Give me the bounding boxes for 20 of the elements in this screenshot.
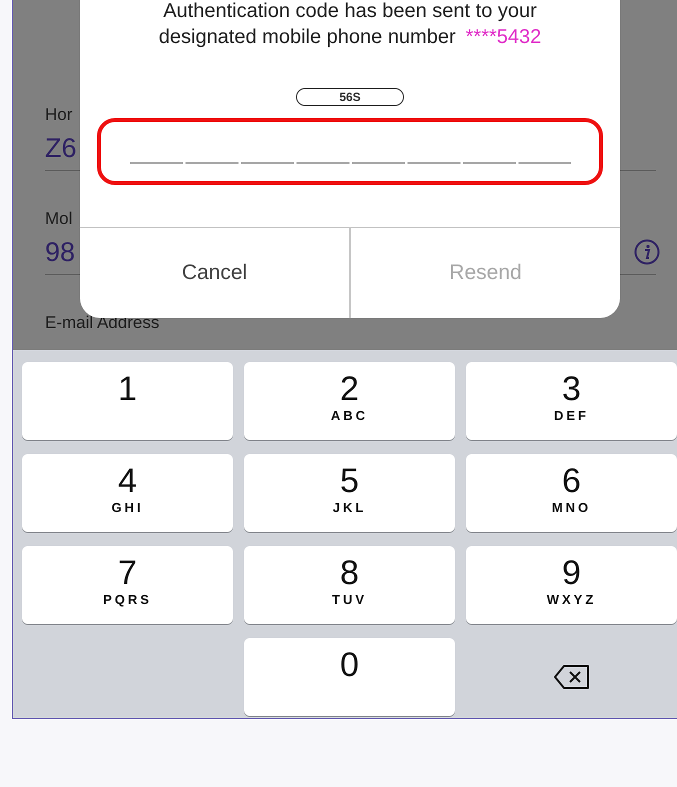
field-value: Z6 xyxy=(45,132,77,164)
keypad-key[interactable]: 9 WXYZ xyxy=(466,546,677,624)
field-label: Mol xyxy=(45,208,72,230)
keypad-key[interactable]: 7 PQRS xyxy=(22,546,233,624)
keypad-key[interactable]: 8 TUV xyxy=(244,546,455,624)
countdown-pill: 56S xyxy=(296,88,404,106)
keypad-key[interactable]: 0 xyxy=(244,638,455,716)
keypad-key[interactable]: 6 MNO xyxy=(466,454,677,532)
keypad-key[interactable]: 5 JKL xyxy=(244,454,455,532)
keypad-key[interactable]: 3 DEF xyxy=(466,362,677,440)
field-value: 98 xyxy=(45,236,76,268)
keypad-key[interactable]: 4 GHI xyxy=(22,454,233,532)
backspace-icon xyxy=(552,664,590,690)
keypad-key[interactable]: 2 ABC xyxy=(244,362,455,440)
field-label: E-mail Address xyxy=(45,312,160,334)
info-icon[interactable] xyxy=(634,239,660,265)
field-label: Hor xyxy=(45,104,72,126)
code-input-field[interactable] xyxy=(97,118,603,185)
dialog-message: Authentication code has been sent to your designated mobile phone number ****5432 xyxy=(158,0,542,50)
keypad-key[interactable]: 1 xyxy=(22,362,233,440)
